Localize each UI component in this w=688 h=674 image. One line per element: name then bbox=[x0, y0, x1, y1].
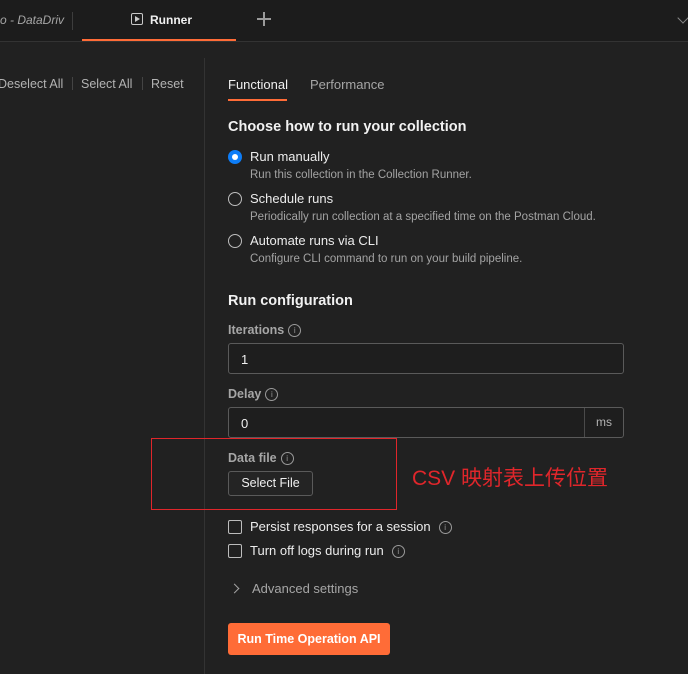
runner-icon bbox=[131, 13, 143, 25]
active-tab-indicator bbox=[228, 99, 287, 101]
annotation-box bbox=[151, 438, 397, 510]
persist-responses-checkbox[interactable] bbox=[228, 520, 242, 534]
tab-runner[interactable]: Runner bbox=[82, 0, 236, 41]
turn-off-logs-label-text: Turn off logs during run bbox=[250, 543, 384, 558]
chevron-right-icon[interactable] bbox=[229, 583, 240, 594]
tab-functional[interactable]: Functional bbox=[228, 77, 288, 92]
turn-off-logs-label[interactable]: Turn off logs during run i bbox=[250, 543, 405, 558]
run-manually-label[interactable]: Run manually bbox=[250, 149, 330, 164]
reset-button[interactable]: Reset bbox=[151, 77, 184, 91]
info-icon[interactable]: i bbox=[265, 388, 279, 401]
deselect-all-button[interactable]: Deselect All bbox=[0, 77, 63, 91]
tab-divider bbox=[72, 12, 73, 30]
run-manually-radio[interactable] bbox=[228, 150, 242, 164]
info-icon[interactable]: i bbox=[391, 545, 405, 558]
delay-unit: ms bbox=[584, 408, 623, 437]
delay-value: 0 bbox=[241, 416, 249, 431]
tab-bar: o - DataDriv Runner bbox=[0, 0, 688, 42]
delay-label-text: Delay bbox=[228, 387, 262, 401]
annotation-text: CSV 映射表上传位置 bbox=[412, 467, 609, 490]
tab-performance[interactable]: Performance bbox=[310, 77, 384, 92]
tab-previous[interactable]: o - DataDriv bbox=[0, 13, 64, 27]
automate-cli-description: Configure CLI command to run on your bui… bbox=[250, 253, 523, 265]
advanced-settings-toggle[interactable]: Advanced settings bbox=[252, 581, 358, 596]
schedule-runs-radio[interactable] bbox=[228, 192, 242, 206]
persist-responses-label-text: Persist responses for a session bbox=[250, 519, 431, 534]
automate-cli-radio[interactable] bbox=[228, 234, 242, 248]
info-icon[interactable]: i bbox=[288, 324, 302, 337]
run-button[interactable]: Run Time Operation API bbox=[228, 623, 390, 655]
turn-off-logs-checkbox[interactable] bbox=[228, 544, 242, 558]
new-tab-plus-icon[interactable] bbox=[256, 11, 272, 27]
tab-runner-label: Runner bbox=[150, 13, 192, 27]
iterations-input[interactable]: 1 bbox=[228, 343, 624, 374]
divider bbox=[142, 77, 143, 90]
schedule-runs-description: Periodically run collection at a specifi… bbox=[250, 211, 596, 223]
delay-label: Delay i bbox=[228, 387, 279, 401]
select-all-button[interactable]: Select All bbox=[81, 77, 132, 91]
schedule-runs-label[interactable]: Schedule runs bbox=[250, 191, 333, 206]
delay-input[interactable]: 0 ms bbox=[228, 407, 624, 438]
automate-cli-label[interactable]: Automate runs via CLI bbox=[250, 233, 379, 248]
iterations-label-text: Iterations bbox=[228, 323, 285, 337]
left-panel: Deselect All Select All Reset bbox=[0, 58, 205, 674]
persist-responses-label[interactable]: Persist responses for a session i bbox=[250, 519, 452, 534]
run-manually-description: Run this collection in the Collection Ru… bbox=[250, 169, 472, 181]
chevron-down-icon[interactable] bbox=[677, 12, 688, 24]
iterations-value: 1 bbox=[241, 352, 249, 367]
info-icon[interactable]: i bbox=[438, 521, 452, 534]
iterations-label: Iterations i bbox=[228, 323, 302, 337]
run-config-heading: Run configuration bbox=[228, 293, 353, 309]
divider bbox=[72, 77, 73, 90]
run-mode-heading: Choose how to run your collection bbox=[228, 119, 467, 135]
